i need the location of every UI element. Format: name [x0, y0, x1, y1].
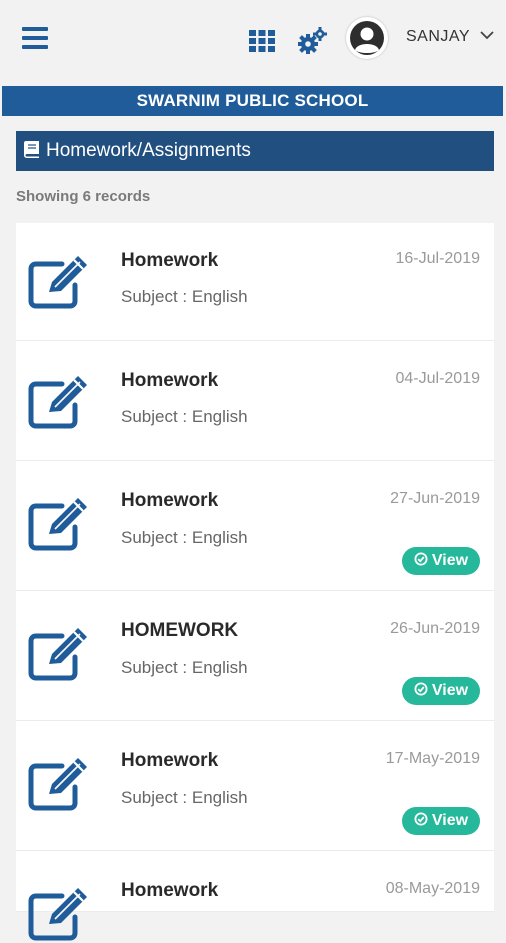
homework-item[interactable]: Homework Subject : English 04-Jul-2019 — [16, 341, 494, 461]
item-title: Homework — [121, 750, 219, 771]
edit-icon — [28, 758, 87, 811]
check-circle-icon — [414, 682, 428, 696]
view-label: View — [431, 812, 469, 829]
view-button[interactable]: View — [402, 677, 480, 705]
item-title: Homework — [121, 370, 219, 391]
edit-icon — [28, 376, 87, 429]
view-label: View — [431, 682, 469, 699]
view-button[interactable]: View — [402, 807, 480, 835]
item-subject: Subject : English — [121, 407, 248, 426]
user-avatar-icon — [350, 21, 384, 55]
item-subject: Subject : English — [121, 528, 248, 547]
check-circle-icon — [414, 812, 428, 826]
chevron-down-icon[interactable] — [480, 30, 494, 40]
edit-icon — [28, 888, 87, 941]
edit-icon — [28, 628, 87, 681]
view-button[interactable]: View — [402, 547, 480, 575]
school-name-banner: SWARNIM PUBLIC SCHOOL — [2, 86, 503, 116]
item-title: HOMEWORK — [121, 620, 239, 641]
homework-item[interactable]: Homework 08-May-2019 — [16, 851, 494, 941]
section-title: Homework/Assignments — [46, 140, 251, 161]
item-date: 16-Jul-2019 — [395, 250, 481, 267]
item-date: 17-May-2019 — [385, 750, 480, 767]
section-header: Homework/Assignments — [16, 131, 494, 171]
apps-grid-icon[interactable] — [249, 30, 275, 52]
edit-icon — [28, 256, 87, 309]
view-label: View — [431, 552, 469, 569]
user-avatar[interactable] — [346, 17, 388, 59]
item-date: 08-May-2019 — [385, 880, 480, 897]
homework-item[interactable]: Homework Subject : English 16-Jul-2019 — [16, 223, 494, 341]
user-name[interactable]: SANJAY — [406, 28, 470, 46]
item-title: Homework — [121, 250, 219, 271]
item-date: 26-Jun-2019 — [390, 620, 480, 637]
item-subject: Subject : English — [121, 287, 248, 306]
settings-gears-icon[interactable] — [297, 27, 327, 55]
item-date: 27-Jun-2019 — [390, 490, 480, 507]
item-subject: Subject : English — [121, 658, 248, 677]
records-count: Showing 6 records — [16, 188, 151, 205]
homework-item[interactable]: Homework Subject : English 27-Jun-2019 V… — [16, 461, 494, 591]
item-date: 04-Jul-2019 — [395, 370, 481, 387]
item-title: Homework — [121, 880, 219, 901]
top-bar: SANJAY — [0, 0, 506, 83]
item-subject: Subject : English — [121, 788, 248, 807]
book-icon — [24, 141, 39, 159]
homework-item[interactable]: Homework Subject : English 17-May-2019 V… — [16, 721, 494, 851]
check-circle-icon — [414, 552, 428, 566]
item-title: Homework — [121, 490, 219, 511]
edit-icon — [28, 498, 87, 551]
homework-item[interactable]: HOMEWORK Subject : English 26-Jun-2019 V… — [16, 591, 494, 721]
hamburger-menu-icon[interactable] — [22, 27, 48, 49]
